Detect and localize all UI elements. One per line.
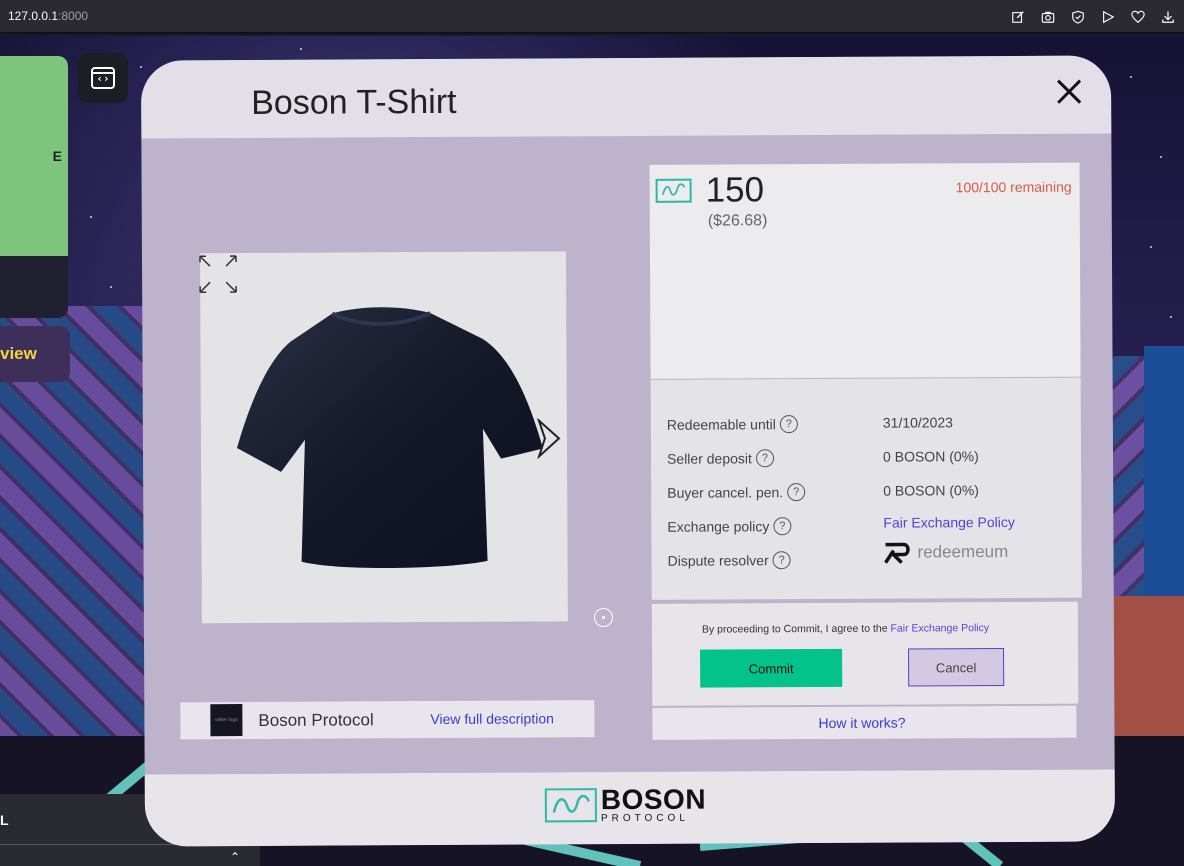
seller-bar: seller logo Boson Protocol View full des… [180, 700, 595, 740]
detail-row-buyer-cancel: Buyer cancel. pen. ? [667, 483, 806, 502]
remaining-quantity: 100/100 remaining [955, 178, 1072, 196]
url-bar[interactable]: 127.0.0.1:8000 [8, 9, 88, 23]
detail-row-exchange-policy: Exchange policy ? [667, 517, 792, 536]
modal-title: Boson T-Shirt [251, 82, 457, 122]
commit-card: By proceeding to Commit, I agree to the … [651, 601, 1079, 706]
redeemeum-logo-icon [884, 542, 910, 564]
detail-value-seller-deposit: 0 BOSON (0%) [882, 448, 979, 465]
brand-name: BOSON [600, 783, 707, 816]
agree-policy-link[interactable]: Fair Exchange Policy [890, 622, 989, 635]
detail-label: Exchange policy [667, 518, 770, 535]
help-icon[interactable]: ? [773, 517, 792, 536]
detail-value-redeemable: 31/10/2023 [882, 414, 953, 431]
how-it-works-link[interactable]: How it works? [818, 715, 905, 731]
view-panel[interactable]: view [0, 326, 70, 382]
detail-row-redeemable: Redeemable until ? [667, 415, 798, 434]
commit-button[interactable]: Commit [700, 648, 843, 688]
view-full-description-link[interactable]: View full description [430, 710, 554, 727]
price-value: 150 [705, 170, 765, 210]
browser-toolbar: 127.0.0.1:8000 [0, 0, 1184, 34]
url-port: :8000 [58, 9, 89, 23]
blue-pillar [1144, 346, 1184, 626]
dispute-resolver-name: redeemeum [917, 542, 1009, 562]
camera-icon[interactable] [1038, 7, 1058, 27]
dispute-resolver-logo: redeemeum [883, 540, 1008, 565]
view-label: view [0, 344, 37, 363]
dark-info-panel [0, 256, 68, 318]
modal-footer: BOSON PROTOCOL [144, 769, 1116, 847]
download-icon[interactable] [1158, 7, 1178, 27]
price-card: 150 ($26.68) 100/100 remaining [649, 162, 1081, 379]
expand-icon[interactable] [196, 252, 240, 296]
help-icon[interactable]: ? [787, 483, 806, 502]
seller-avatar: seller logo [210, 704, 243, 737]
metaverse-scene[interactable]: E view ‹› L ✕ ⌃ Boson T-Shirt [0, 36, 1184, 866]
detail-label: Dispute resolver [667, 552, 769, 569]
next-image-arrow-icon[interactable] [535, 418, 563, 459]
tshirt-image [236, 307, 543, 569]
bottom-panel-label: L [0, 812, 9, 828]
chevron-up-icon[interactable]: ⌃ [230, 850, 240, 864]
green-info-panel: E [0, 56, 68, 256]
seller-name: Boson Protocol [258, 710, 374, 730]
detail-row-seller-deposit: Seller deposit ? [667, 449, 774, 468]
details-card: Redeemable until ? 31/10/2023 Seller dep… [650, 377, 1082, 600]
panel-letter: E [52, 148, 62, 164]
detail-label: Buyer cancel. pen. [667, 484, 784, 501]
help-icon[interactable]: ? [779, 415, 798, 434]
boson-logo-icon [544, 788, 597, 823]
code-toggle-button[interactable]: ‹› [78, 53, 128, 103]
shield-icon[interactable] [1068, 7, 1088, 27]
how-it-works-bar: How it works? [652, 705, 1077, 740]
send-icon[interactable] [1098, 7, 1118, 27]
detail-label: Redeemable until [666, 416, 776, 433]
price-usd: ($26.68) [707, 212, 768, 230]
brand-subtitle: PROTOCOL [600, 812, 689, 825]
detail-value-buyer-cancel: 0 BOSON (0%) [883, 482, 979, 499]
url-host: 127.0.0.1 [8, 9, 59, 23]
code-icon: ‹› [91, 67, 115, 89]
help-icon[interactable]: ? [772, 551, 791, 570]
cancel-button[interactable]: Cancel [908, 648, 1005, 687]
heart-icon[interactable] [1128, 7, 1148, 27]
edit-icon[interactable] [1008, 7, 1028, 27]
exchange-policy-link[interactable]: Fair Exchange Policy [883, 514, 1015, 531]
detail-row-dispute-resolver: Dispute resolver ? [668, 551, 791, 570]
crosshair-cursor [594, 608, 613, 627]
close-icon [1057, 79, 1082, 104]
help-icon[interactable]: ? [755, 449, 774, 468]
modal-header: Boson T-Shirt [140, 55, 1112, 139]
product-modal: Boson T-Shirt seller logo Boson Protocol… [140, 55, 1116, 847]
boson-token-icon [655, 178, 692, 203]
detail-label: Seller deposit [666, 450, 752, 467]
agree-statement: By proceeding to Commit, I agree to the [701, 622, 888, 636]
modal-close-button[interactable] [1051, 74, 1087, 110]
boson-protocol-logo: BOSON PROTOCOL [544, 783, 707, 825]
agree-text: By proceeding to Commit, I agree to the … [702, 622, 989, 636]
